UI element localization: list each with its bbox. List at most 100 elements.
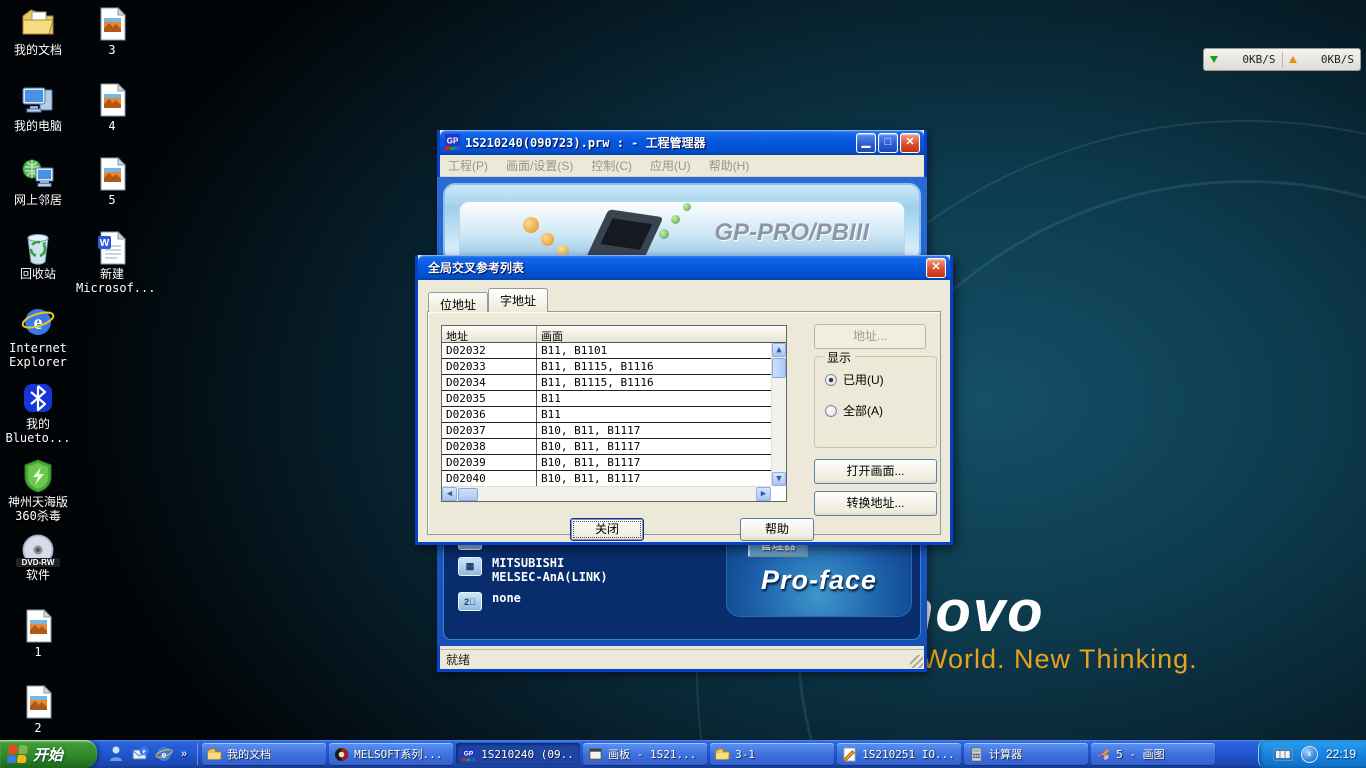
display-group-label: 显示 bbox=[823, 349, 855, 366]
menu-control[interactable]: 控制(C) bbox=[591, 157, 632, 174]
menu-application[interactable]: 应用(U) bbox=[650, 157, 691, 174]
table-row[interactable]: D02034B11, B1115, B1116 bbox=[442, 375, 771, 391]
vertical-scrollbar[interactable]: ▲ ▼ bbox=[771, 343, 786, 486]
desktop-icon-image-3[interactable]: 3 bbox=[76, 6, 148, 58]
tab-bit-address[interactable]: 位地址 bbox=[428, 292, 488, 312]
column-header-address[interactable]: 地址 bbox=[442, 326, 537, 342]
windows-flag-icon bbox=[7, 745, 30, 763]
desktop-icon-bluetooth[interactable]: 我的 Blueto... bbox=[2, 380, 74, 446]
svg-text:e: e bbox=[142, 748, 145, 756]
radio-all[interactable]: 全部(A) bbox=[825, 402, 936, 419]
folder-icon bbox=[715, 747, 730, 762]
resize-grip[interactable] bbox=[910, 655, 923, 668]
dialog-help-button[interactable]: 帮助 bbox=[740, 518, 814, 541]
tab-word-address[interactable]: 字地址 bbox=[488, 288, 548, 312]
start-button[interactable]: 开始 bbox=[0, 740, 97, 768]
table-row[interactable]: D02037B10, B11, B1117 bbox=[442, 423, 771, 439]
scroll-up-icon[interactable]: ▲ bbox=[772, 343, 786, 357]
open-screen-button[interactable]: 打开画面... bbox=[814, 459, 937, 484]
table-row[interactable]: D02038B10, B11, B1117 bbox=[442, 439, 771, 455]
language-bar-icon[interactable]: ‹ bbox=[1301, 746, 1318, 763]
radio-used[interactable]: 已用(U) bbox=[825, 371, 936, 388]
close-button[interactable]: ✕ bbox=[900, 133, 920, 153]
address-button[interactable]: 地址... bbox=[814, 324, 926, 349]
protocol-icon: 2⃕ bbox=[458, 592, 482, 611]
network-places-icon bbox=[20, 156, 56, 192]
table-row[interactable]: D02039B10, B11, B1117 bbox=[442, 455, 771, 471]
taskbar-button-my-documents[interactable]: 我的文档 bbox=[202, 743, 326, 765]
desktop-icon-dvd-software[interactable]: DVD-RW 软件 bbox=[2, 532, 74, 583]
horizontal-scroll-thumb[interactable] bbox=[458, 488, 478, 501]
scroll-down-icon[interactable]: ▼ bbox=[772, 472, 786, 486]
table-row[interactable]: D02033B11, B1115, B1116 bbox=[442, 359, 771, 375]
desktop-icon-new-word-doc[interactable]: W 新建 Microsof... bbox=[76, 230, 148, 296]
quick-launch-overflow-icon[interactable]: » bbox=[181, 748, 187, 760]
dialog-close-button[interactable]: ✕ bbox=[926, 258, 946, 278]
cross-reference-list[interactable]: 地址 画面 D02032B11, B1101 D02033B11, B1115,… bbox=[441, 325, 787, 502]
desktop-icon-image-2[interactable]: 2 bbox=[2, 684, 74, 736]
convert-address-button[interactable]: 转换地址... bbox=[814, 491, 937, 516]
network-speed-monitor[interactable]: 0KB/S 0KB/S bbox=[1203, 48, 1361, 71]
desktop-icon-image-1[interactable]: 1 bbox=[2, 608, 74, 660]
taskbar-button-3-1-folder[interactable]: 3-1 bbox=[710, 743, 834, 765]
taskbar-clock[interactable]: 22:19 bbox=[1326, 747, 1356, 761]
main-statusbar: 就绪 bbox=[440, 649, 924, 669]
taskbar-button-1s210251[interactable]: 1S210251 IO... bbox=[837, 743, 961, 765]
messenger-icon[interactable] bbox=[107, 745, 125, 763]
outlook-express-icon[interactable]: e bbox=[131, 745, 149, 763]
desktop-icon-image-4[interactable]: 4 bbox=[76, 82, 148, 134]
system-tray: ‹ 22:19 bbox=[1258, 740, 1366, 768]
gp-task-icon: GP bbox=[461, 747, 476, 762]
taskbar-button-melsoft[interactable]: MELSOFT系列... bbox=[329, 743, 453, 765]
image-file-icon bbox=[94, 156, 130, 192]
image-file-icon bbox=[94, 6, 130, 42]
paint-icon bbox=[1096, 747, 1111, 762]
desktop-icon-internet-explorer[interactable]: e Internet Explorer bbox=[2, 304, 74, 370]
word-document-icon: W bbox=[94, 230, 130, 266]
table-row[interactable]: D02040B10, B11, B1117 bbox=[442, 471, 771, 486]
taskbar-button-calculator[interactable]: 计算器 bbox=[964, 743, 1088, 765]
menu-project[interactable]: 工程(P) bbox=[448, 157, 488, 174]
table-row[interactable]: D02036B11 bbox=[442, 407, 771, 423]
desktop-icon-my-documents[interactable]: 我的文档 bbox=[2, 6, 74, 58]
dialog-titlebar[interactable]: 全局交叉参考列表 ✕ bbox=[418, 255, 950, 280]
bluetooth-icon bbox=[20, 380, 56, 416]
minimize-button[interactable]: ▁ bbox=[856, 133, 876, 153]
image-file-icon bbox=[20, 608, 56, 644]
gp-pro-banner: GP-PRO/PBIII bbox=[443, 183, 921, 263]
download-speed: 0KB/S bbox=[1204, 53, 1282, 66]
word-address-tabpage: 地址 画面 D02032B11, B1101 D02033B11, B1115,… bbox=[427, 311, 941, 535]
image-file-icon bbox=[20, 684, 56, 720]
svg-text:W: W bbox=[100, 238, 110, 249]
table-row[interactable]: D02035B11 bbox=[442, 391, 771, 407]
desktop-icon-my-computer[interactable]: 我的电脑 bbox=[2, 82, 74, 134]
column-header-screen[interactable]: 画面 bbox=[537, 326, 786, 342]
main-menubar: 工程(P) 画面/设置(S) 控制(C) 应用(U) 帮助(H) bbox=[440, 155, 924, 177]
desktop-icon-recycle-bin[interactable]: 回收站 bbox=[2, 230, 74, 282]
desktop-icon-network-places[interactable]: 网上邻居 bbox=[2, 156, 74, 208]
my-documents-icon bbox=[20, 6, 56, 42]
folder-icon bbox=[207, 747, 222, 762]
quick-launch: e e » bbox=[107, 745, 187, 763]
main-window-titlebar[interactable]: GP 1S210240(090723).prw : - 工程管理器 ▁ □ ✕ bbox=[440, 130, 924, 155]
desktop-icon-image-5[interactable]: 5 bbox=[76, 156, 148, 208]
scroll-left-icon[interactable]: ◀ bbox=[442, 487, 457, 501]
scroll-right-icon[interactable]: ▶ bbox=[756, 487, 771, 501]
horizontal-scrollbar[interactable]: ◀ ▶ bbox=[442, 486, 771, 501]
keyboard-tray-icon[interactable] bbox=[1273, 748, 1293, 761]
melsoft-icon bbox=[334, 747, 349, 762]
taskbar-button-drawboard[interactable]: 画板 - 1S21... bbox=[583, 743, 707, 765]
plc-type-row: ▦ MITSUBISHI MELSEC-AnA(LINK) bbox=[458, 557, 608, 585]
internet-explorer-quicklaunch-icon[interactable]: e bbox=[155, 745, 173, 763]
taskbar-button-paint[interactable]: 5 - 画图 bbox=[1091, 743, 1215, 765]
dialog-close-action-button[interactable]: 关闭 bbox=[570, 518, 644, 541]
vertical-scroll-thumb[interactable] bbox=[772, 358, 786, 378]
internet-explorer-icon: e bbox=[20, 304, 56, 340]
menu-help[interactable]: 帮助(H) bbox=[709, 157, 750, 174]
svg-text:GP: GP bbox=[447, 137, 459, 146]
table-row[interactable]: D02032B11, B1101 bbox=[442, 343, 771, 359]
menu-screen-settings[interactable]: 画面/设置(S) bbox=[506, 157, 573, 174]
maximize-button[interactable]: □ bbox=[878, 133, 898, 153]
taskbar-button-1s210240[interactable]: GP 1S210240 (09... bbox=[456, 743, 580, 765]
desktop-icon-360-antivirus[interactable]: 神州天海版 360杀毒 bbox=[2, 458, 74, 524]
